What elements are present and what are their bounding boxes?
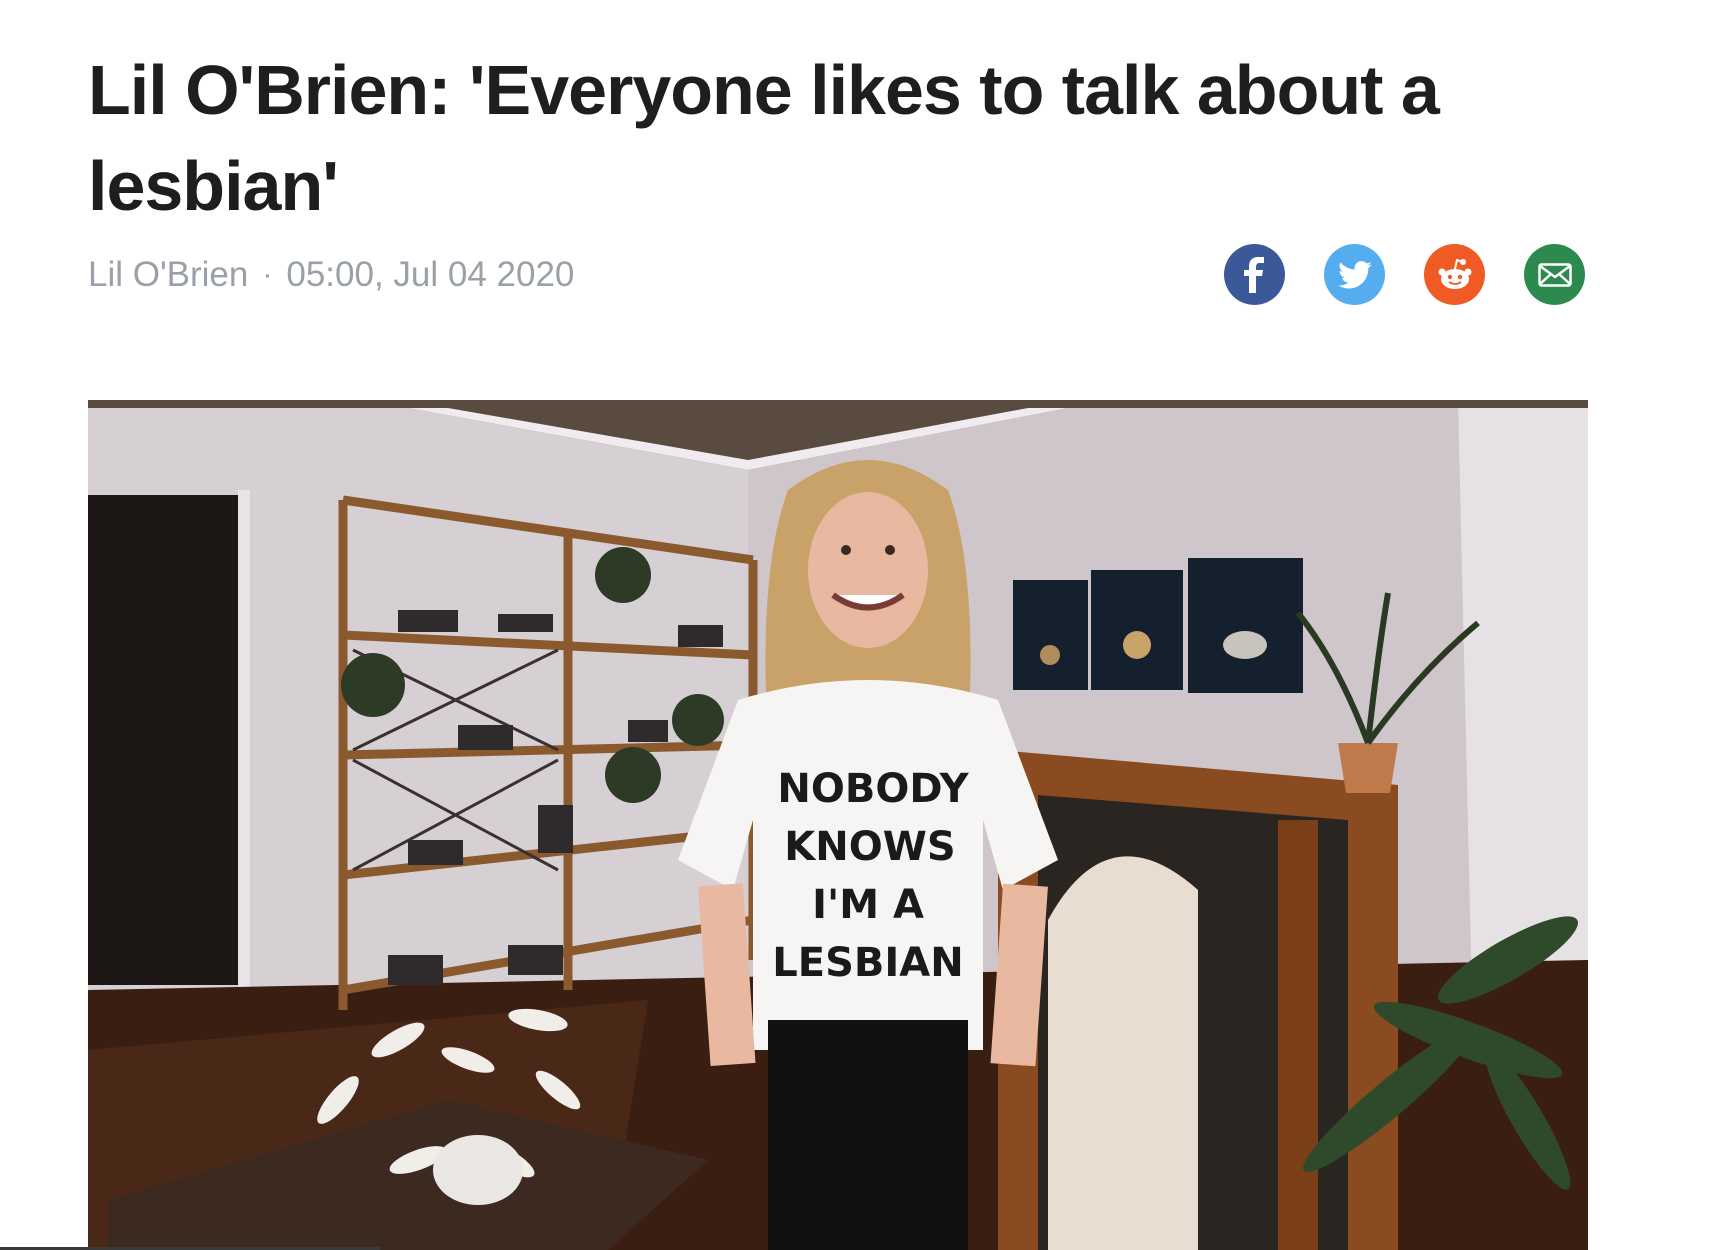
email-icon bbox=[1537, 262, 1572, 287]
shirt-line-1: NOBODY bbox=[777, 766, 969, 812]
author-name[interactable]: Lil O'Brien bbox=[88, 255, 248, 295]
room-scene-image: NOBODY KNOWS I'M A LESBIAN bbox=[88, 400, 1588, 1250]
fireplace bbox=[998, 750, 1398, 1250]
twitter-share-button[interactable] bbox=[1324, 244, 1385, 305]
hero-photo: NOBODY KNOWS I'M A LESBIAN bbox=[88, 400, 1588, 1250]
byline: Lil O'Brien · 05:00, Jul 04 2020 bbox=[88, 255, 574, 295]
shirt-line-3: I'M A bbox=[812, 882, 924, 928]
publish-timestamp: 05:00, Jul 04 2020 bbox=[286, 255, 575, 294]
email-share-button[interactable] bbox=[1524, 244, 1585, 305]
byline-separator: · bbox=[262, 258, 273, 291]
share-buttons bbox=[1224, 244, 1585, 305]
facebook-icon bbox=[1243, 256, 1264, 293]
article-headline: Lil O'Brien: 'Everyone likes to talk abo… bbox=[88, 51, 1440, 225]
shirt-line-4: LESBIAN bbox=[772, 940, 963, 986]
facebook-share-button[interactable] bbox=[1224, 244, 1285, 305]
reddit-share-button[interactable] bbox=[1424, 244, 1485, 305]
twitter-icon bbox=[1337, 260, 1372, 288]
reddit-icon bbox=[1438, 258, 1471, 289]
shirt-line-2: KNOWS bbox=[784, 824, 955, 870]
